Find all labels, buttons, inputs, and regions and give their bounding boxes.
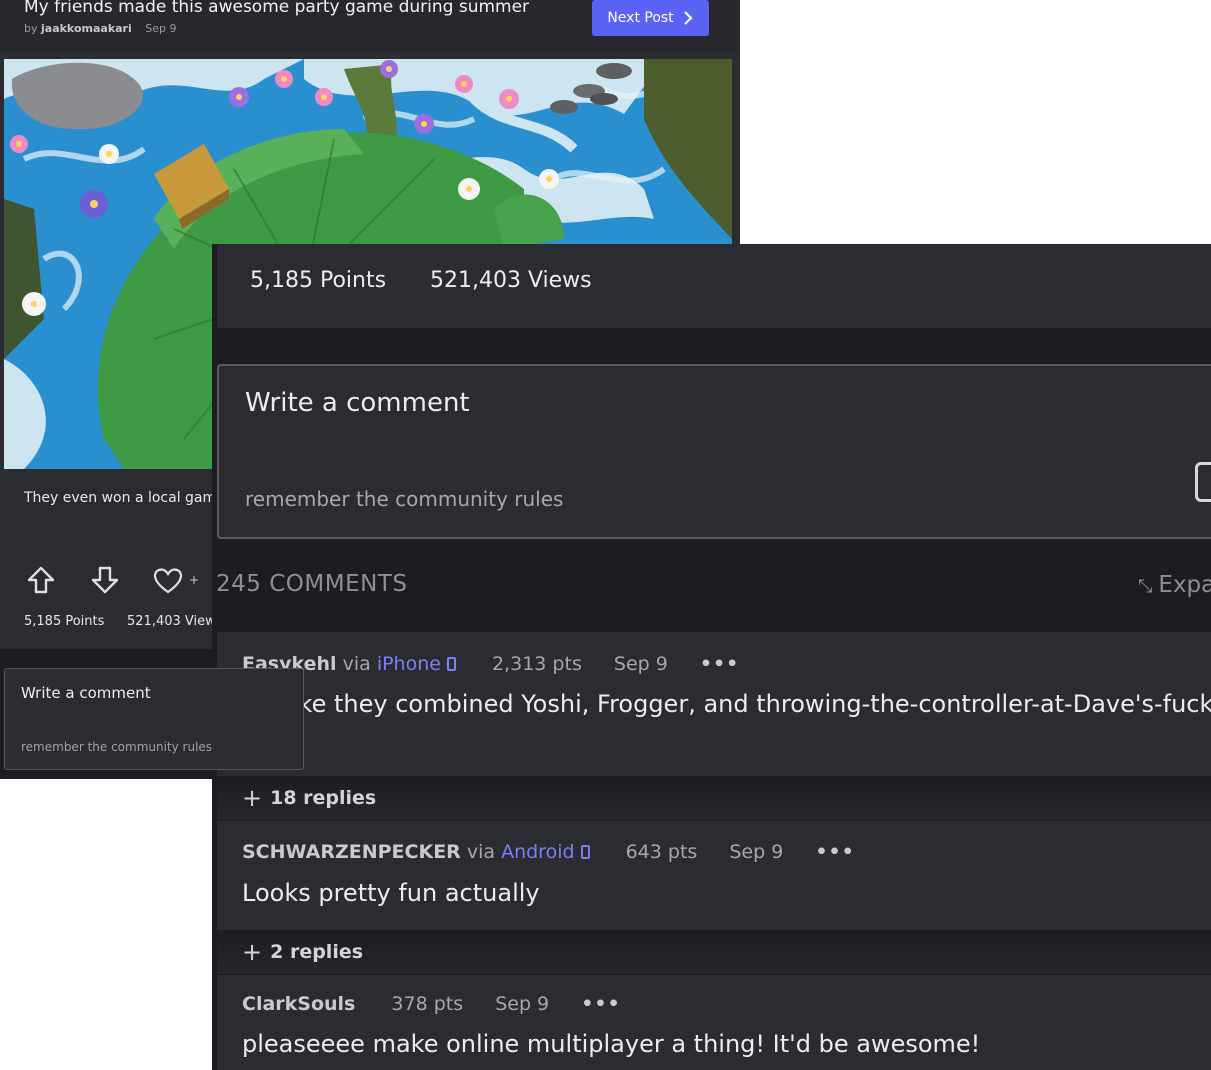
comment-points: 643 pts xyxy=(625,841,698,863)
comment-points: 2,313 pts xyxy=(492,653,582,675)
favorite-plus[interactable]: + xyxy=(189,573,199,587)
comment-input-small[interactable]: Write a comment remember the community r… xyxy=(4,668,304,770)
more-options-icon[interactable]: ••• xyxy=(815,841,854,863)
plus-icon: + xyxy=(242,784,263,812)
comment-item: ClarkSouls 378 pts Sep 9 ••• pleaseeee m… xyxy=(217,975,1211,1070)
zoomed-comments-panel: 5,185 Points 521,403 Views Write a comme… xyxy=(212,244,1211,1070)
comment-text: It's like they combined Yoshi, Frogger, … xyxy=(242,687,1211,757)
next-post-label: Next Post xyxy=(607,10,674,26)
stats-views: 521,403 Views xyxy=(430,268,592,293)
comment-platform[interactable]: Android xyxy=(501,841,574,863)
comment-count: 245 COMMENTS xyxy=(216,571,408,597)
replies-label: 18 replies xyxy=(270,787,377,809)
comment-author[interactable]: ClarkSouls xyxy=(242,993,355,1015)
comment-item: Easykehl via iPhone 2,313 pts Sep 9 ••• … xyxy=(217,632,1211,777)
comment-date: Sep 9 xyxy=(613,653,668,675)
more-options-icon[interactable]: ••• xyxy=(700,653,739,675)
comment-input-label: Write a comment xyxy=(21,684,151,702)
phone-icon xyxy=(580,845,590,859)
stats-points: 5,185 Points xyxy=(250,268,387,293)
comment-item: SCHWARZENPECKER via Android 643 pts Sep … xyxy=(217,821,1211,931)
post-title: My friends made this awesome party game … xyxy=(24,0,530,17)
expand-label: Expa xyxy=(1158,572,1211,598)
replies-toggle[interactable]: +2 replies xyxy=(217,930,1211,974)
gif-icon[interactable] xyxy=(1195,462,1211,502)
comment-text-line: It's like they combined Yoshi, Frogger, … xyxy=(242,690,1211,718)
comment-meta: Easykehl via iPhone 2,313 pts Sep 9 ••• xyxy=(242,653,739,675)
replies-toggle[interactable]: +18 replies xyxy=(217,776,1211,820)
post-description: They even won a local game r xyxy=(24,490,235,506)
comment-input[interactable]: Write a comment remember the community r… xyxy=(217,364,1211,539)
comment-input-placeholder: remember the community rules xyxy=(21,740,213,754)
expand-comments-button[interactable]: ⤡ Expa xyxy=(1138,572,1211,598)
next-post-button[interactable]: Next Post xyxy=(592,0,709,36)
downvote-icon[interactable] xyxy=(90,565,120,595)
comment-date: Sep 9 xyxy=(729,841,784,863)
comment-text: pleaseeee make online multiplayer a thin… xyxy=(242,1030,981,1058)
comment-author[interactable]: SCHWARZENPECKER xyxy=(242,841,461,863)
comment-input-placeholder: remember the community rules xyxy=(245,487,564,511)
comment-meta: SCHWARZENPECKER via Android 643 pts Sep … xyxy=(242,841,855,863)
byline-prefix: by xyxy=(24,22,38,35)
post-points: 5,185 Points xyxy=(24,614,105,629)
comment-points: 378 pts xyxy=(391,993,464,1015)
heart-icon[interactable] xyxy=(153,567,183,595)
post-header: My friends made this awesome party game … xyxy=(0,0,740,50)
comment-text: Looks pretty fun actually xyxy=(242,879,540,907)
chevron-right-icon xyxy=(683,11,693,25)
comment-via: via xyxy=(342,653,371,675)
post-byline: by jaakkomaakari Sep 9 xyxy=(24,22,176,35)
phone-icon xyxy=(446,657,456,671)
upvote-icon[interactable] xyxy=(26,565,56,595)
expand-icon: ⤡ xyxy=(1138,576,1153,597)
comment-via: via xyxy=(466,841,496,863)
comment-platform[interactable]: iPhone xyxy=(377,653,441,675)
stats-bar: 5,185 Points 521,403 Views xyxy=(217,244,1211,328)
post-author[interactable]: jaakkomaakari xyxy=(41,22,132,35)
comment-input-label: Write a comment xyxy=(245,388,470,418)
plus-icon: + xyxy=(242,938,263,966)
post-views: 521,403 Views xyxy=(127,614,223,629)
replies-label: 2 replies xyxy=(270,941,364,963)
comment-date: Sep 9 xyxy=(495,993,550,1015)
post-date: Sep 9 xyxy=(145,22,177,35)
comment-text-line: face. xyxy=(242,722,1211,757)
more-options-icon[interactable]: ••• xyxy=(581,993,620,1015)
comment-meta: ClarkSouls 378 pts Sep 9 ••• xyxy=(242,993,621,1015)
